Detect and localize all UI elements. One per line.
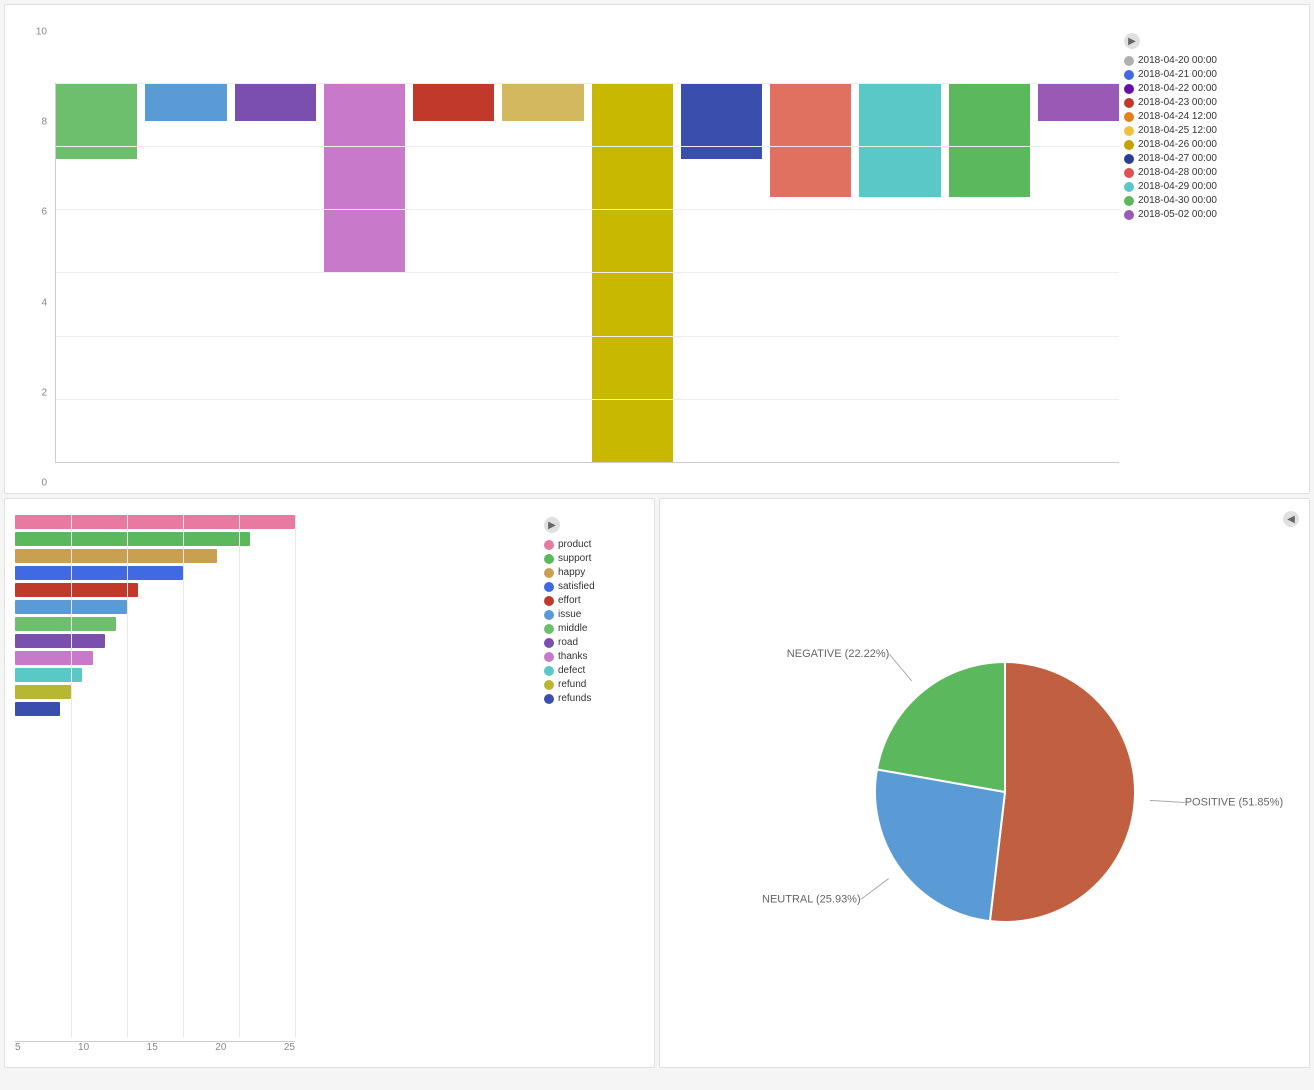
- legend-item: 2018-04-22 00:00: [1124, 83, 1294, 94]
- pie-label-line-1: [860, 879, 888, 900]
- pie-label-line-2: [889, 654, 911, 681]
- kw-bar-row: [15, 549, 534, 563]
- pie-slice-negative: [876, 662, 1004, 792]
- legend-item: 2018-04-29 00:00: [1124, 181, 1294, 192]
- calls-per-day-panel: 0246810 ▶ 2018-04-20 00:002018-04-21 00:…: [4, 4, 1310, 494]
- bar-7: [681, 83, 762, 159]
- legend-item: 2018-04-26 00:00: [1124, 139, 1294, 150]
- sentiment-panel: ◀ POSITIVE (51.85%) NEUTRAL (25.93%) NEGAT…: [659, 498, 1310, 1068]
- legend-item: 2018-04-21 00:00: [1124, 69, 1294, 80]
- kw-bar-5: [15, 600, 127, 614]
- bar-3: [324, 83, 405, 273]
- bar-0: [56, 83, 137, 159]
- bar-11: [1038, 83, 1119, 121]
- kw-bar-row: [15, 668, 534, 682]
- bar-10: [949, 83, 1030, 197]
- legend-nav-right[interactable]: ▶: [1124, 33, 1140, 49]
- kw-bar-3: [15, 566, 183, 580]
- sentiment-nav-left[interactable]: ◀: [1283, 511, 1299, 527]
- bar-6: [592, 83, 673, 462]
- kw-bar-row: [15, 583, 534, 597]
- pie-label-line-0: [1149, 800, 1184, 802]
- bar-8: [770, 83, 851, 197]
- kw-bar-row: [15, 634, 534, 648]
- kw-legend-item: refund: [544, 679, 644, 690]
- kw-legend-item: issue: [544, 609, 644, 620]
- legend-item: 2018-04-23 00:00: [1124, 97, 1294, 108]
- bar-2: [235, 83, 316, 121]
- kw-legend-item: refunds: [544, 693, 644, 704]
- legend-item: 2018-04-25 12:00: [1124, 125, 1294, 136]
- kw-legend-item: satisfied: [544, 581, 644, 592]
- pie-chart: POSITIVE (51.85%)NEUTRAL (25.93%)NEGATIV…: [775, 592, 1195, 992]
- kw-bar-row: [15, 600, 534, 614]
- legend-item: 2018-04-27 00:00: [1124, 153, 1294, 164]
- bar-4: [413, 83, 494, 121]
- keywords-panel: ▶ product support happy satisfied effort issu…: [4, 498, 655, 1068]
- top-legend: ▶ 2018-04-20 00:00 2018-04-21 00:00 2018-0…: [1119, 21, 1299, 483]
- kw-legend-item: middle: [544, 623, 644, 634]
- kw-legend: ▶ product support happy satisfied effort issu…: [534, 515, 644, 1037]
- bar-5: [502, 83, 583, 121]
- kw-bar-11: [15, 702, 60, 716]
- kw-bar-0: [15, 515, 295, 529]
- kw-bar-4: [15, 583, 138, 597]
- kw-legend-item: effort: [544, 595, 644, 606]
- kw-legend-item: road: [544, 637, 644, 648]
- kw-bar-row: [15, 702, 534, 716]
- legend-item: 2018-04-24 12:00: [1124, 111, 1294, 122]
- kw-bar-2: [15, 549, 217, 563]
- kw-bar-row: [15, 515, 534, 529]
- kw-bar-row: [15, 566, 534, 580]
- pie-label-positive: POSITIVE (51.85%): [1184, 796, 1282, 808]
- legend-item: 2018-05-02 00:00: [1124, 209, 1294, 220]
- legend-item: 2018-04-28 00:00: [1124, 167, 1294, 178]
- kw-legend-item: thanks: [544, 651, 644, 662]
- pie-label-negative: NEGATIVE (22.22%): [786, 648, 889, 660]
- pie-label-neutral: NEUTRAL (25.93%): [761, 893, 860, 905]
- kw-legend-item: product: [544, 539, 644, 550]
- kw-bar-10: [15, 685, 71, 699]
- pie-slice-positive: [989, 662, 1134, 922]
- legend-item: 2018-04-30 00:00: [1124, 195, 1294, 206]
- pie-chart-container: POSITIVE (51.85%) NEUTRAL (25.93%) NEGATIV…: [670, 527, 1299, 1057]
- kw-bar-row: [15, 532, 534, 546]
- kw-bar-7: [15, 634, 105, 648]
- kw-bar-row: [15, 685, 534, 699]
- legend-item: 2018-04-20 00:00: [1124, 55, 1294, 66]
- pie-slice-neutral: [875, 769, 1005, 921]
- bar-1: [145, 83, 226, 121]
- kw-legend-item: defect: [544, 665, 644, 676]
- bar-9: [859, 83, 940, 197]
- kw-legend-nav[interactable]: ▶: [544, 517, 560, 533]
- kw-bar-8: [15, 651, 93, 665]
- kw-bar-9: [15, 668, 82, 682]
- kw-legend-item: happy: [544, 567, 644, 578]
- kw-legend-item: support: [544, 553, 644, 564]
- kw-bar-row: [15, 617, 534, 631]
- kw-bar-row: [15, 651, 534, 665]
- kw-bar-6: [15, 617, 116, 631]
- kw-bar-1: [15, 532, 250, 546]
